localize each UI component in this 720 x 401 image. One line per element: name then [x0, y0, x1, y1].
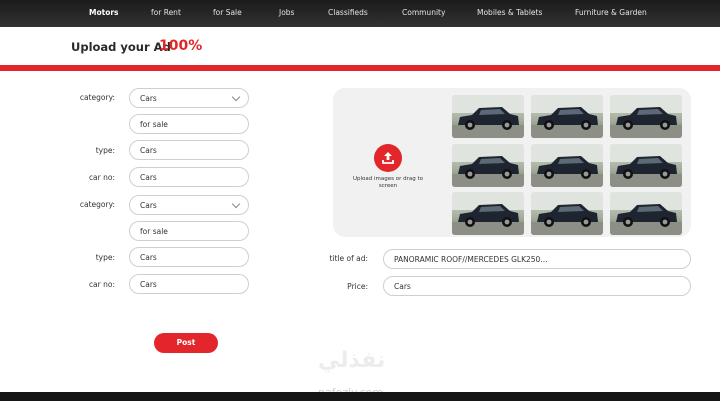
thumbnail-car-photo[interactable]	[452, 95, 524, 138]
car-no-value: Cars	[140, 173, 157, 182]
upload-button[interactable]	[374, 144, 402, 172]
thumbnail-car-photo[interactable]	[452, 144, 524, 187]
type-value: Cars	[140, 146, 157, 155]
nav-item-community[interactable]: Community	[402, 8, 445, 17]
title-of-ad-label: title of ad:	[329, 254, 368, 263]
car-no-label-2: car no:	[88, 280, 115, 289]
thumbnail-car-photo[interactable]	[610, 144, 682, 187]
footer-bar	[0, 392, 720, 401]
top-nav: Motors for Rent for Sale Jobs Classified…	[0, 0, 720, 27]
nav-item-for-rent[interactable]: for Rent	[151, 8, 181, 17]
upload-instructions: Upload images or drag to screen	[352, 176, 424, 189]
thumbnail-car-photo[interactable]	[452, 192, 524, 235]
type-field[interactable]: Cars	[129, 140, 249, 160]
category-label: category:	[79, 93, 115, 102]
price-value: Cars	[394, 282, 411, 291]
progress-percentage: 100%	[159, 38, 203, 54]
category-select[interactable]: Cars	[129, 88, 249, 108]
type-field-2[interactable]: Cars	[129, 247, 249, 267]
car-no-label: car no:	[88, 173, 115, 182]
category-select-2-value: Cars	[140, 201, 157, 210]
title-of-ad-value: PANORAMIC ROOF//MERCEDES GLK250...	[394, 255, 548, 264]
type-2-value: Cars	[140, 253, 157, 262]
subcategory-value: for sale	[140, 120, 168, 129]
type-label: type:	[95, 146, 115, 155]
chevron-down-icon	[231, 199, 241, 209]
thumbnail-car-photo[interactable]	[610, 95, 682, 138]
nav-item-furniture-garden[interactable]: Furniture & Garden	[575, 8, 647, 17]
car-no-field-2[interactable]: Cars	[129, 274, 249, 294]
nav-item-classifieds[interactable]: Classifieds	[328, 8, 368, 17]
chevron-down-icon	[231, 92, 241, 102]
page-title: Upload your Ad	[71, 40, 171, 54]
price-label: Price:	[347, 282, 368, 291]
thumbnail-car-photo[interactable]	[610, 192, 682, 235]
subcategory-field-2[interactable]: for sale	[129, 221, 249, 241]
category-select-2[interactable]: Cars	[129, 195, 249, 215]
nav-item-mobiles-tablets[interactable]: Mobiles & Tablets	[477, 8, 542, 17]
car-no-2-value: Cars	[140, 280, 157, 289]
thumbnail-car-photo[interactable]	[531, 144, 603, 187]
nav-item-for-sale[interactable]: for Sale	[213, 8, 242, 17]
watermark-arabic: نفذلي	[318, 348, 386, 373]
subcategory-2-value: for sale	[140, 227, 168, 236]
price-field[interactable]: Cars	[383, 276, 691, 296]
title-of-ad-field[interactable]: PANORAMIC ROOF//MERCEDES GLK250...	[383, 249, 691, 269]
category-select-value: Cars	[140, 94, 157, 103]
post-button[interactable]: Post	[154, 333, 218, 353]
nav-item-motors[interactable]: Motors	[89, 8, 119, 17]
thumbnail-car-photo[interactable]	[531, 192, 603, 235]
type-label-2: type:	[95, 253, 115, 262]
nav-item-jobs[interactable]: Jobs	[279, 8, 294, 17]
subcategory-field[interactable]: for sale	[129, 114, 249, 134]
upload-icon	[382, 152, 394, 164]
car-no-field[interactable]: Cars	[129, 167, 249, 187]
progress-bar	[0, 65, 720, 71]
thumbnail-car-photo[interactable]	[531, 95, 603, 138]
category-label-2: category:	[79, 200, 115, 209]
